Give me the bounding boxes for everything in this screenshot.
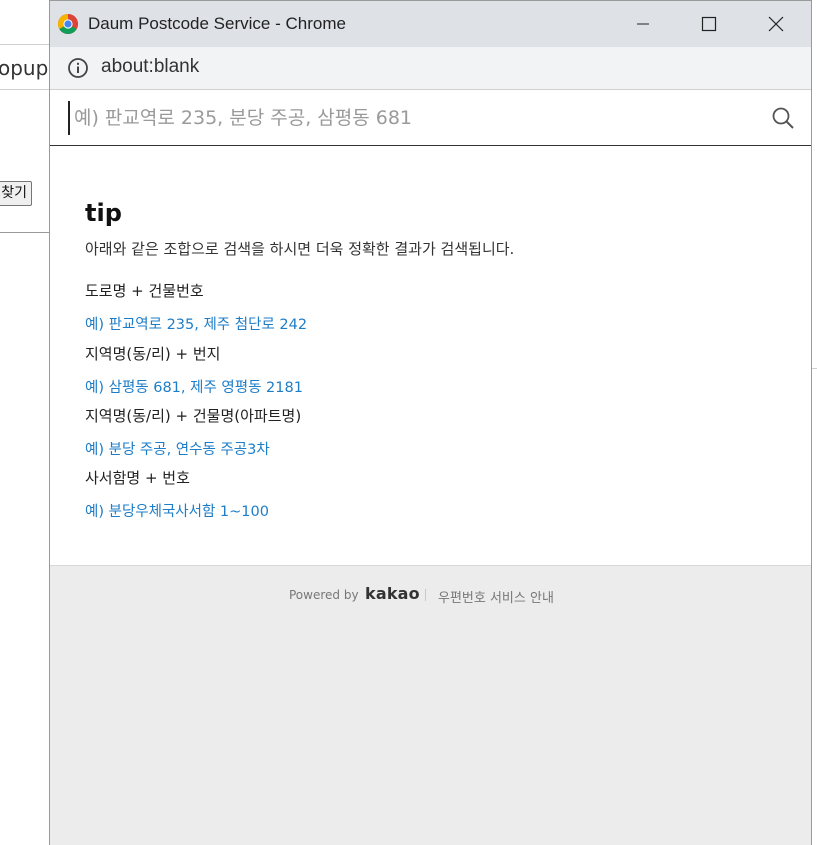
tip-item-building-name: 지역명(동/리) + 건물명(아파트명) 예) 분당 주공, 연수동 주공3차	[85, 405, 301, 459]
tip-item-road-name: 도로명 + 건물번호 예) 판교역로 235, 제주 첨단로 242	[85, 280, 307, 334]
minimize-button[interactable]	[610, 1, 676, 47]
search-icon[interactable]	[770, 105, 796, 131]
parent-tab-divider	[0, 44, 50, 45]
window-title: Daum Postcode Service - Chrome	[88, 14, 346, 33]
close-icon	[768, 16, 784, 32]
parent-address-divider	[0, 89, 50, 90]
tip-item-example: 예) 판교역로 235, 제주 첨단로 242	[85, 317, 308, 333]
tip-item-heading: 도로명 + 건물번호	[85, 282, 204, 300]
footer-separator	[425, 589, 426, 601]
postcode-popup-window: Daum Postcode Service - Chrome about:bla…	[49, 0, 812, 845]
tip-item-example: 예) 삼평동 681, 제주 영평동 2181	[85, 380, 303, 396]
address-bar: about:blank	[50, 47, 811, 90]
tip-item-example: 예) 분당우체국사서함 1~100	[85, 504, 269, 520]
minimize-icon	[637, 23, 649, 25]
parent-find-button[interactable]: 찾기	[0, 181, 32, 206]
tip-item-lot-number: 지역명(동/리) + 번지 예) 삼평동 681, 제주 영평동 2181	[85, 343, 303, 397]
powered-by-label: Powered by	[289, 588, 359, 602]
close-button[interactable]	[743, 1, 809, 47]
tip-item-po-box: 사서함명 + 번호 예) 분당우체국사서함 1~100	[85, 467, 269, 521]
address-search-input[interactable]	[68, 101, 748, 135]
tip-item-heading: 지역명(동/리) + 건물명(아파트명)	[85, 407, 302, 425]
window-titlebar[interactable]: Daum Postcode Service - Chrome	[50, 1, 811, 47]
maximize-button[interactable]	[676, 1, 742, 47]
footer: Powered by kakao 우편번호 서비스 안내	[50, 565, 811, 845]
tip-item-example: 예) 분당 주공, 연수동 주공3차	[85, 442, 270, 458]
tip-item-heading: 사서함명 + 번호	[85, 469, 190, 487]
info-icon[interactable]	[67, 57, 89, 79]
tip-description: 아래와 같은 조합으로 검색을 하시면 더욱 정확한 결과가 검색됩니다.	[85, 240, 515, 258]
postcode-service-guide-link[interactable]: 우편번호 서비스 안내	[438, 587, 554, 606]
search-bar	[50, 91, 811, 146]
chrome-icon	[58, 14, 78, 34]
tip-title: tip	[85, 199, 122, 227]
tip-item-heading: 지역명(동/리) + 번지	[85, 345, 221, 363]
maximize-icon	[701, 16, 717, 32]
parent-divider	[0, 232, 50, 233]
kakao-logo[interactable]: kakao	[365, 584, 420, 603]
search-tip-panel: tip 아래와 같은 조합으로 검색을 하시면 더욱 정확한 결과가 검색됩니다…	[50, 147, 811, 565]
url-text[interactable]: about:blank	[101, 56, 199, 78]
